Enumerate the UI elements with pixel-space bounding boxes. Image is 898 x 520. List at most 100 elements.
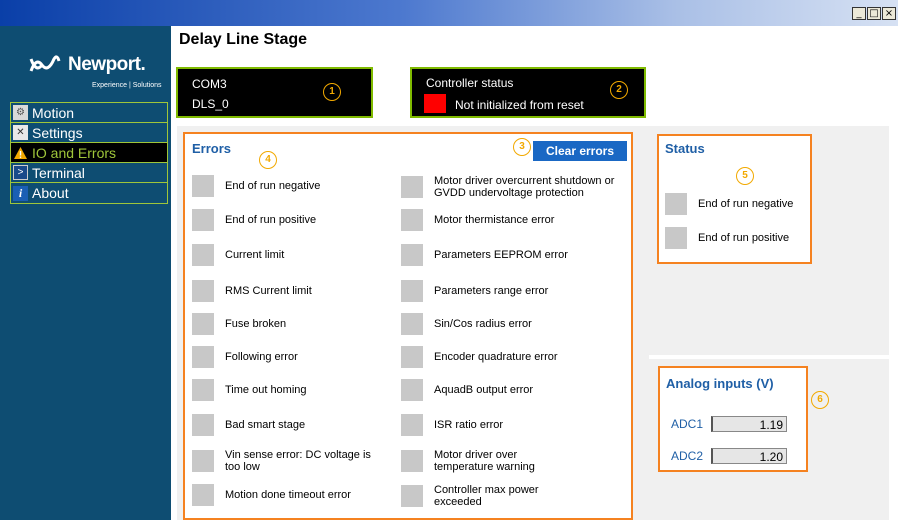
analog-inputs-panel: Analog inputs (V) 6 ADC1 1.19 ADC2 1.20 bbox=[658, 366, 829, 472]
minimize-button[interactable]: _ bbox=[852, 7, 866, 20]
error-row: Bad smart stage bbox=[192, 414, 305, 436]
wrench-icon: ✕ bbox=[13, 125, 28, 140]
error-label: Current limit bbox=[225, 249, 285, 261]
status-row: End of run positive bbox=[665, 227, 789, 249]
error-indicator bbox=[401, 209, 423, 231]
error-label: Controller max power exceeded bbox=[434, 484, 539, 508]
close-button[interactable]: × bbox=[882, 7, 896, 20]
error-label: End of run negative bbox=[225, 180, 321, 192]
sidebar-item-label: About bbox=[32, 185, 69, 201]
sidebar-item-motion[interactable]: ⚙ Motion bbox=[11, 103, 167, 123]
error-row: Motor thermistance error bbox=[401, 209, 554, 231]
connection-panel: COM3 DLS_0 1 bbox=[176, 67, 373, 118]
error-label: Motion done timeout error bbox=[225, 489, 351, 501]
gear-icon: ⚙ bbox=[13, 105, 28, 120]
callout-marker-1: 1 bbox=[323, 83, 341, 101]
device-name-label: DLS_0 bbox=[192, 97, 229, 111]
main-content: Delay Line Stage COM3 DLS_0 1 Controller… bbox=[171, 26, 898, 520]
error-indicator bbox=[192, 450, 214, 472]
callout-marker-6: 6 bbox=[811, 391, 829, 409]
page-title: Delay Line Stage bbox=[179, 31, 308, 48]
adc-row: ADC1 1.19 bbox=[671, 416, 787, 432]
com-port-label: COM3 bbox=[192, 77, 227, 91]
error-label: End of run positive bbox=[225, 214, 317, 226]
callout-marker-4: 4 bbox=[259, 151, 277, 169]
logo-brand: Newport. bbox=[68, 54, 146, 75]
sidebar-item-label: Terminal bbox=[32, 164, 85, 181]
status-label: End of run negative bbox=[698, 198, 794, 210]
error-label: Motor thermistance error bbox=[434, 214, 555, 226]
error-indicator bbox=[401, 244, 423, 266]
sidebar-item-label: Settings bbox=[32, 124, 83, 141]
callout-marker-2: 2 bbox=[610, 81, 628, 99]
sidebar-item-terminal[interactable]: > Terminal bbox=[11, 163, 167, 183]
error-indicator bbox=[401, 379, 423, 401]
analog-inputs-title: Analog inputs (V) bbox=[666, 376, 774, 391]
error-indicator bbox=[192, 379, 214, 401]
error-label: ISR ratio error bbox=[434, 419, 504, 431]
sidebar-item-settings[interactable]: ✕ Settings bbox=[11, 123, 167, 143]
error-indicator bbox=[401, 346, 423, 368]
error-indicator bbox=[192, 346, 214, 368]
error-label: Parameters range error bbox=[434, 285, 549, 297]
error-label: Following error bbox=[225, 351, 298, 363]
status-row: End of run negative bbox=[665, 193, 793, 215]
error-indicator bbox=[192, 313, 214, 335]
clear-errors-button[interactable]: Clear errors bbox=[533, 141, 627, 161]
error-label: Time out homing bbox=[225, 384, 307, 396]
status-panel: Status 5 End of run negative End of run … bbox=[657, 134, 812, 264]
error-row: Motor driver over temperature warning bbox=[401, 449, 564, 473]
adc-label: ADC2 bbox=[671, 449, 704, 463]
error-row: Parameters EEPROM error bbox=[401, 244, 568, 266]
adc-value-field: 1.20 bbox=[711, 448, 787, 464]
error-row: End of run positive bbox=[192, 209, 316, 231]
sidebar-nav: ⚙ Motion ✕ Settings IO and Errors > Term… bbox=[10, 102, 168, 204]
error-indicator bbox=[192, 484, 214, 506]
errors-panel: Errors 4 3 Clear errors End of run negat… bbox=[183, 132, 633, 520]
error-label: Encoder quadrature error bbox=[434, 351, 558, 363]
controller-status-panel: Controller status Not initialized from r… bbox=[410, 67, 646, 118]
error-indicator bbox=[192, 280, 214, 302]
error-row: Controller max power exceeded bbox=[401, 484, 564, 508]
error-label: Motor driver overcurrent shutdown or GVD… bbox=[434, 175, 615, 199]
info-icon: i bbox=[13, 185, 28, 201]
error-indicator bbox=[401, 280, 423, 302]
sidebar-item-about[interactable]: i About bbox=[11, 183, 167, 203]
callout-marker-3: 3 bbox=[513, 138, 531, 156]
newport-logo: Newport. bbox=[28, 54, 146, 76]
error-row: AquadB output error bbox=[401, 379, 533, 401]
error-row: Motor driver overcurrent shutdown or GVD… bbox=[401, 175, 639, 199]
error-label: Vin sense error: DC voltage is too low bbox=[225, 449, 371, 473]
status-label: End of run positive bbox=[698, 232, 790, 244]
error-row: Following error bbox=[192, 346, 298, 368]
error-label: AquadB output error bbox=[434, 384, 534, 396]
error-row: Vin sense error: DC voltage is too low bbox=[192, 449, 375, 473]
callout-marker-5: 5 bbox=[736, 167, 754, 185]
adc-value-field: 1.19 bbox=[711, 416, 787, 432]
error-label: Parameters EEPROM error bbox=[434, 249, 568, 261]
error-indicator bbox=[192, 209, 214, 231]
status-title: Status bbox=[665, 141, 705, 156]
error-row: Time out homing bbox=[192, 379, 307, 401]
window-titlebar: _ □ × bbox=[0, 0, 898, 26]
sidebar-item-label: IO and Errors bbox=[32, 144, 117, 161]
error-row: Motion done timeout error bbox=[192, 484, 351, 506]
error-indicator bbox=[401, 176, 423, 198]
controller-status-indicator bbox=[424, 94, 446, 113]
sidebar-item-io-and-errors[interactable]: IO and Errors bbox=[11, 143, 167, 163]
error-indicator bbox=[192, 414, 214, 436]
status-indicator bbox=[665, 227, 687, 249]
terminal-icon: > bbox=[13, 165, 28, 180]
panel-separator bbox=[649, 355, 889, 359]
error-label: RMS Current limit bbox=[225, 285, 312, 297]
maximize-button[interactable]: □ bbox=[867, 7, 881, 20]
window-controls: _ □ × bbox=[852, 7, 896, 20]
error-label: Fuse broken bbox=[225, 318, 287, 330]
error-row: Encoder quadrature error bbox=[401, 346, 558, 368]
controller-status-title: Controller status bbox=[426, 76, 514, 90]
error-row: Fuse broken bbox=[192, 313, 286, 335]
error-row: End of run negative bbox=[192, 175, 320, 197]
controller-status-text: Not initialized from reset bbox=[455, 98, 584, 112]
logo-tagline: Experience | Solutions bbox=[92, 82, 162, 89]
adc-row: ADC2 1.20 bbox=[671, 448, 787, 464]
